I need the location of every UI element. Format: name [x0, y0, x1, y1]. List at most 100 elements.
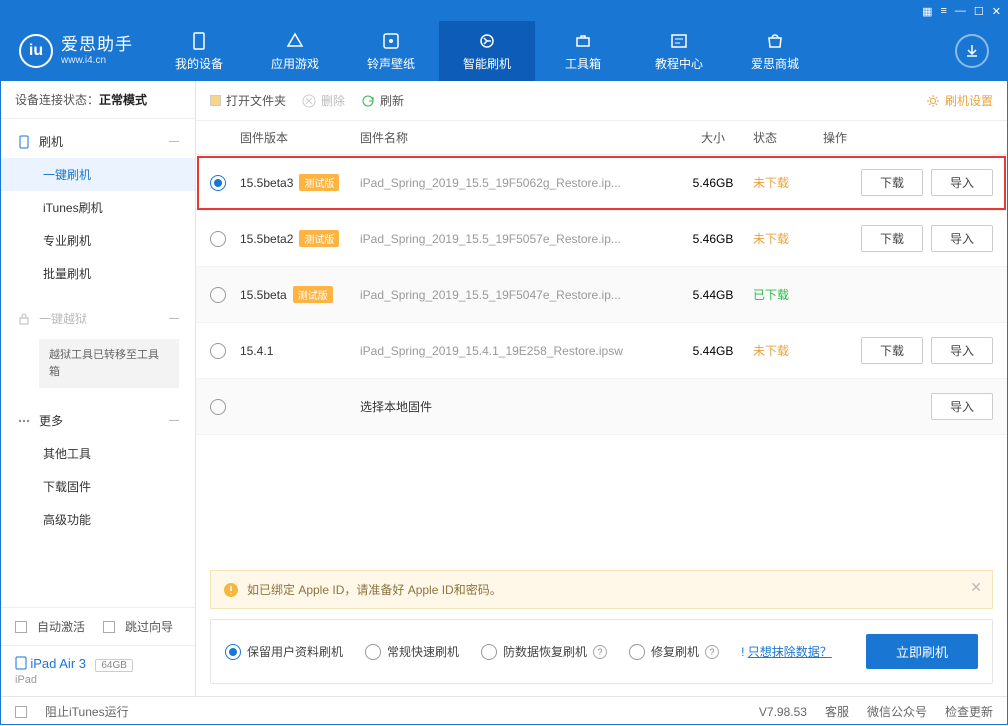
firmware-row[interactable]: 15.5beta3测试版iPad_Spring_2019_15.5_19F506… [196, 155, 1007, 211]
apps-icon [285, 31, 305, 51]
row-action-button[interactable]: 下载 [861, 337, 923, 364]
main-panel: 打开文件夹 删除 刷新 刷机设置 固件版本 固件名称 大小 状态 操作 [196, 81, 1007, 696]
table-header: 固件版本 固件名称 大小 状态 操作 [196, 121, 1007, 155]
flash-mode-option[interactable]: 保留用户资料刷机 [225, 643, 343, 660]
help-icon[interactable]: ? [593, 645, 607, 659]
nav-media[interactable]: 铃声壁纸 [343, 21, 439, 81]
row-action-button[interactable]: 导入 [931, 225, 993, 252]
flash-icon [17, 135, 31, 149]
skip-wizard-checkbox[interactable] [103, 621, 115, 633]
option-radio[interactable] [365, 644, 381, 660]
delete-button[interactable]: 删除 [302, 92, 345, 109]
logo-title: 爱思助手 [61, 35, 133, 55]
device-icon [189, 31, 209, 51]
tablet-icon [15, 656, 27, 670]
download-button[interactable] [955, 34, 989, 68]
titlebar-menu-icon[interactable]: ≡ [940, 5, 946, 17]
logo[interactable]: iu 爱思助手 www.i4.cn [1, 34, 151, 68]
row-action-button[interactable]: 下载 [861, 225, 923, 252]
delete-icon [302, 94, 316, 108]
window-titlebar: ▦ ≡ — ☐ ✕ [1, 1, 1007, 21]
firmware-table: 15.5beta3测试版iPad_Spring_2019_15.5_19F506… [196, 155, 1007, 435]
help-icon[interactable]: ? [705, 645, 719, 659]
nav-tools[interactable]: 工具箱 [535, 21, 631, 81]
apple-id-alert: 如已绑定 Apple ID，请准备好 Apple ID和密码。 ✕ [210, 570, 993, 609]
erase-link[interactable]: 只想抹除数据？ [748, 645, 832, 659]
logo-url: www.i4.cn [61, 55, 133, 67]
titlebar-max-icon[interactable]: ☐ [974, 5, 984, 18]
folder-icon [210, 95, 221, 106]
titlebar-min-icon[interactable]: — [955, 5, 966, 17]
option-radio[interactable] [225, 644, 241, 660]
media-icon [381, 31, 401, 51]
info-icon[interactable]: ! [741, 645, 744, 659]
flash-icon [477, 31, 497, 51]
row-action-button[interactable]: 导入 [931, 169, 993, 196]
row-radio[interactable] [210, 343, 226, 359]
flash-now-button[interactable]: 立即刷机 [866, 634, 978, 669]
option-radio[interactable] [629, 644, 645, 660]
lock-icon [17, 312, 31, 326]
logo-icon: iu [19, 34, 53, 68]
firmware-row[interactable]: 15.5beta测试版iPad_Spring_2019_15.5_19F5047… [196, 267, 1007, 323]
option-radio[interactable] [481, 644, 497, 660]
warning-icon [223, 582, 239, 598]
block-itunes-checkbox[interactable] [15, 706, 27, 718]
alert-close-icon[interactable]: ✕ [970, 579, 982, 596]
flash-mode-option[interactable]: 常规快速刷机 [365, 643, 459, 660]
flash-mode-option[interactable]: 防数据恢复刷机? [481, 643, 607, 660]
sidebar-item[interactable]: 其他工具 [1, 437, 195, 470]
titlebar-grid-icon[interactable]: ▦ [922, 5, 932, 18]
row-radio[interactable] [210, 175, 226, 191]
refresh-button[interactable]: 刷新 [361, 92, 404, 109]
sidebar-footer: 自动激活 跳过向导 [1, 607, 195, 645]
row-action-button[interactable]: 导入 [931, 337, 993, 364]
connection-status: 设备连接状态：正常模式 [1, 81, 195, 119]
sidebar-item[interactable]: 下载固件 [1, 470, 195, 503]
nav-device[interactable]: 我的设备 [151, 21, 247, 81]
more-icon [17, 414, 31, 428]
nav-apps[interactable]: 应用游戏 [247, 21, 343, 81]
firmware-row[interactable]: 15.5beta2测试版iPad_Spring_2019_15.5_19F505… [196, 211, 1007, 267]
sidebar-item[interactable]: 批量刷机 [1, 257, 195, 290]
check-update-link[interactable]: 检查更新 [945, 703, 993, 720]
firmware-row[interactable]: 15.4.1iPad_Spring_2019_15.4.1_19E258_Res… [196, 323, 1007, 379]
status-bar: 阻止iTunes运行 V7.98.53 客服 微信公众号 检查更新 [1, 696, 1007, 726]
sidebar-item[interactable]: 一键刷机 [1, 158, 195, 191]
row-radio[interactable] [210, 399, 226, 415]
help-icon [669, 31, 689, 51]
row-radio[interactable] [210, 287, 226, 303]
sidebar-item[interactable]: 高级功能 [1, 503, 195, 536]
version-label: V7.98.53 [759, 705, 807, 719]
row-radio[interactable] [210, 231, 226, 247]
row-action-button[interactable]: 下载 [861, 169, 923, 196]
row-action-button[interactable]: 导入 [931, 393, 993, 420]
tools-icon [573, 31, 593, 51]
firmware-row[interactable]: 选择本地固件导入 [196, 379, 1007, 435]
app-header: iu 爱思助手 www.i4.cn 我的设备应用游戏铃声壁纸智能刷机工具箱教程中… [1, 21, 1007, 81]
device-info[interactable]: iPad Air 3 64GB iPad [1, 645, 195, 696]
sidebar-section-flash[interactable]: 刷机— [1, 125, 195, 158]
gear-icon [926, 94, 940, 108]
support-link[interactable]: 客服 [825, 703, 849, 720]
sidebar-section-more[interactable]: 更多— [1, 404, 195, 437]
sidebar-item[interactable]: iTunes刷机 [1, 191, 195, 224]
sidebar: 设备连接状态：正常模式 刷机— 一键刷机iTunes刷机专业刷机批量刷机 一键越… [1, 81, 196, 696]
titlebar-close-icon[interactable]: ✕ [992, 5, 1001, 18]
auto-activate-checkbox[interactable] [15, 621, 27, 633]
flash-settings-button[interactable]: 刷机设置 [926, 92, 993, 109]
nav-store[interactable]: 爱思商城 [727, 21, 823, 81]
toolbar: 打开文件夹 删除 刷新 刷机设置 [196, 81, 1007, 121]
flash-options: 保留用户资料刷机 常规快速刷机 防数据恢复刷机? 修复刷机?! 只想抹除数据？ 立即刷机 [210, 619, 993, 684]
sidebar-item[interactable]: 专业刷机 [1, 224, 195, 257]
sidebar-jb-note: 越狱工具已转移至工具箱 [39, 339, 179, 388]
sidebar-section-jailbreak[interactable]: 一键越狱— [1, 302, 195, 335]
wechat-link[interactable]: 微信公众号 [867, 703, 927, 720]
flash-mode-option[interactable]: 修复刷机? [629, 643, 719, 660]
nav-flash[interactable]: 智能刷机 [439, 21, 535, 81]
nav-help[interactable]: 教程中心 [631, 21, 727, 81]
open-folder-button[interactable]: 打开文件夹 [210, 92, 286, 109]
refresh-icon [361, 94, 375, 108]
top-nav: 我的设备应用游戏铃声壁纸智能刷机工具箱教程中心爱思商城 [151, 21, 955, 81]
store-icon [765, 31, 785, 51]
